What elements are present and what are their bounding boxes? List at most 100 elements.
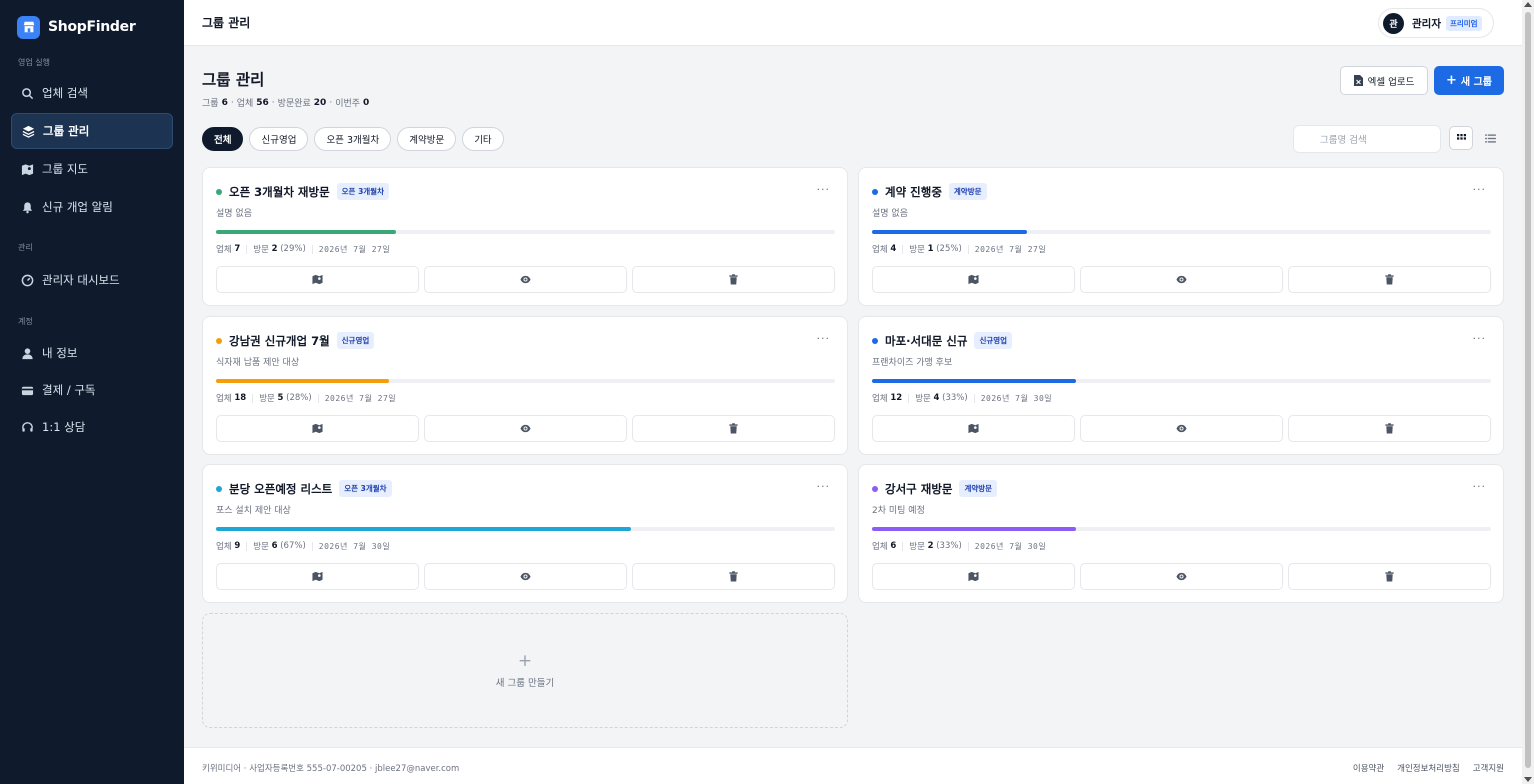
group-card[interactable]: 강남권 신규개업 7월 신규영업 ··· 식자재 납품 제안 대상 업체 18 …	[202, 316, 848, 455]
page-stats: 그룹 6 · 업체 56 · 방문완료 20 · 이번주 0	[202, 96, 369, 110]
sidebar-item-label: 1:1 상담	[42, 420, 86, 434]
view-map-button[interactable]	[872, 266, 1075, 293]
sidebar-item-label: 관리자 대시보드	[42, 273, 120, 287]
scroll-thumb[interactable]	[1525, 12, 1531, 768]
sidebar-item-label: 결제 / 구독	[42, 383, 96, 397]
vertical-scrollbar[interactable]	[1522, 0, 1534, 784]
view-map-button[interactable]	[216, 563, 419, 590]
group-description: 설명 없음	[216, 209, 252, 219]
sidebar-item-label: 그룹 지도	[42, 162, 88, 176]
brand[interactable]: ShopFinder	[0, 0, 184, 54]
scroll-up-arrow-icon[interactable]	[1524, 2, 1532, 7]
visits-percent: (33%)	[936, 541, 962, 551]
sidebar-item-billing[interactable]: 결제 / 구독	[11, 372, 173, 408]
map-icon	[968, 571, 979, 582]
sidebar-item-shop-search[interactable]: 업체 검색	[11, 75, 173, 111]
view-map-button[interactable]	[216, 266, 419, 293]
delete-button[interactable]	[1288, 415, 1491, 442]
sidebar-item-new-open-alert[interactable]: 신규 개업 알림	[11, 189, 173, 225]
view-map-button[interactable]	[872, 415, 1075, 442]
excel-upload-button[interactable]: 엑셀 업로드	[1340, 66, 1428, 95]
visits-label: 방문	[909, 542, 925, 552]
scroll-down-arrow-icon[interactable]	[1524, 777, 1532, 782]
map-icon	[20, 162, 34, 176]
sidebar-item-group-management[interactable]: 그룹 관리	[11, 113, 173, 149]
footer-link-support[interactable]: 고객지원	[1473, 762, 1504, 774]
filter-chip-open-3-months[interactable]: 오픈 3개월차	[314, 127, 392, 151]
stat-week-label: 이번주	[335, 99, 361, 109]
view-map-button[interactable]	[216, 415, 419, 442]
visit-progress-bar	[872, 230, 1491, 234]
sidebar-item-my-info[interactable]: 내 정보	[11, 335, 173, 371]
eye-icon	[520, 275, 531, 284]
progress-fill	[216, 379, 390, 383]
section-label-admin: 관리	[18, 243, 33, 252]
visits-percent: (67%)	[280, 541, 306, 551]
group-description: 프랜차이즈 가맹 후보	[872, 358, 953, 368]
view-detail-button[interactable]	[1080, 563, 1283, 590]
stat-visited-label: 방문완료	[277, 99, 311, 109]
view-map-button[interactable]	[872, 563, 1075, 590]
new-group-button[interactable]: + 새 그룹	[1434, 66, 1504, 95]
sidebar-item-admin-dashboard[interactable]: 관리자 대시보드	[11, 262, 173, 298]
group-color-dot	[216, 337, 222, 344]
delete-button[interactable]	[632, 415, 835, 442]
delete-button[interactable]	[1288, 563, 1491, 590]
user-menu[interactable]: 관 관리자 프리미엄	[1378, 8, 1494, 38]
list-view-button[interactable]	[1478, 126, 1502, 150]
group-color-dot	[872, 485, 878, 492]
divider	[973, 393, 975, 403]
trash-icon	[1385, 274, 1394, 285]
trash-icon	[729, 274, 738, 285]
sidebar-item-support[interactable]: 1:1 상담	[11, 409, 173, 445]
sidebar: ShopFinder 영업 실행 업체 검색 그룹 관리 그룹 지도 신규 개업…	[0, 0, 184, 784]
group-tag: 계약방문	[948, 183, 987, 200]
group-meta: 업체 18 방문 5 (28%) 2026년 7월 27일	[216, 392, 396, 404]
delete-button[interactable]	[1288, 266, 1491, 293]
filter-chip-contract-visit[interactable]: 계약방문	[397, 127, 457, 151]
view-detail-button[interactable]	[1080, 266, 1283, 293]
group-card[interactable]: 계약 진행중 계약방문 ··· 설명 없음 업체 4 방문 1 (25%) 20…	[858, 167, 1504, 306]
group-card[interactable]: 오픈 3개월차 재방문 오픈 3개월차 ··· 설명 없음 업체 7 방문 2 …	[202, 167, 848, 306]
divider	[967, 541, 969, 551]
more-options-icon[interactable]: ···	[1473, 332, 1487, 345]
grid-view-button[interactable]	[1449, 126, 1473, 150]
more-options-icon[interactable]: ···	[1473, 183, 1487, 196]
delete-button[interactable]	[632, 563, 835, 590]
group-title: 마포·서대문 신규	[885, 333, 968, 348]
more-options-icon[interactable]: ···	[817, 183, 831, 196]
file-icon	[1353, 75, 1363, 86]
headset-icon	[20, 420, 34, 434]
user-icon	[20, 346, 34, 360]
group-description: 설명 없음	[872, 209, 908, 219]
shops-label: 업체	[216, 542, 232, 552]
more-options-icon[interactable]: ···	[817, 480, 831, 493]
more-options-icon[interactable]: ···	[1473, 480, 1487, 493]
group-card[interactable]: 분당 오픈예정 리스트 오픈 3개월차 ··· 포스 설치 제안 대상 업체 9…	[202, 464, 848, 603]
new-group-card[interactable]: + 새 그룹 만들기	[202, 613, 848, 728]
sidebar-item-group-map[interactable]: 그룹 지도	[11, 151, 173, 187]
view-detail-button[interactable]	[424, 266, 627, 293]
more-options-icon[interactable]: ···	[817, 332, 831, 345]
group-description: 식자재 납품 제안 대상	[216, 358, 300, 368]
footer-link-privacy[interactable]: 개인정보처리방침	[1397, 762, 1460, 774]
filter-chip-all[interactable]: 전체	[202, 127, 244, 151]
filter-chip-other[interactable]: 기타	[462, 127, 504, 151]
eye-icon	[520, 424, 531, 433]
group-search-input[interactable]: 그룹명 검색	[1293, 125, 1441, 153]
divider	[252, 393, 254, 403]
view-detail-button[interactable]	[424, 563, 627, 590]
group-card[interactable]: 강서구 재방문 계약방문 ··· 2차 미팅 예정 업체 6 방문 2 (33%…	[858, 464, 1504, 603]
footer-link-terms[interactable]: 이용약관	[1353, 762, 1384, 774]
group-card[interactable]: 마포·서대문 신규 신규영업 ··· 프랜차이즈 가맹 후보 업체 12 방문 …	[858, 316, 1504, 455]
group-date: 2026년 7월 30일	[318, 541, 391, 551]
view-detail-button[interactable]	[424, 415, 627, 442]
visits-label: 방문	[915, 394, 931, 404]
delete-button[interactable]	[632, 266, 835, 293]
view-detail-button[interactable]	[1080, 415, 1283, 442]
filter-chip-new-sales[interactable]: 신규영업	[249, 127, 309, 151]
visits-label: 방문	[259, 394, 275, 404]
visits-count: 2	[927, 541, 934, 551]
group-tag: 오픈 3개월차	[339, 480, 392, 497]
visits-count: 6	[271, 541, 278, 551]
